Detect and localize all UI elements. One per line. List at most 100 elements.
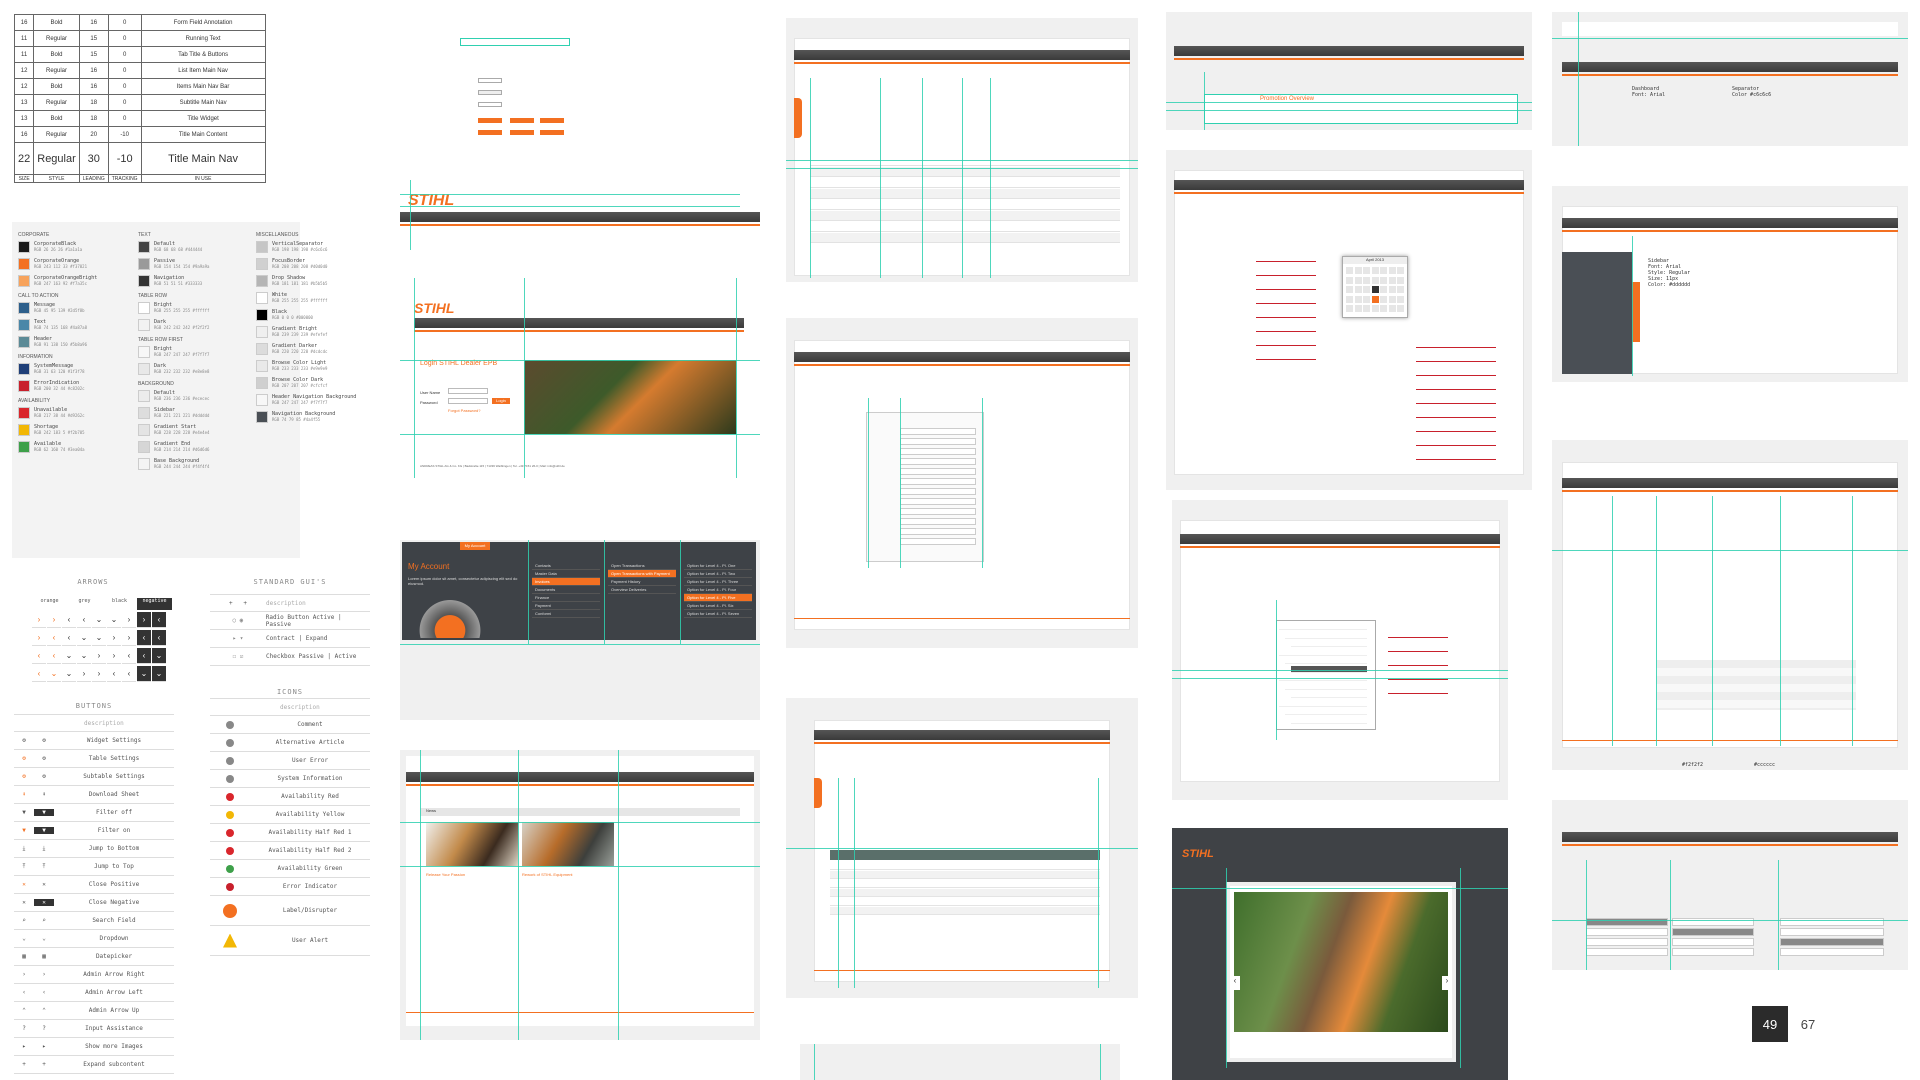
tree-table-cell[interactable] [1672, 938, 1754, 946]
button-icon-b[interactable]: ⤓ [34, 845, 54, 853]
grid-row[interactable] [830, 880, 1100, 888]
sidebar-orange-tab[interactable] [1632, 282, 1640, 342]
calendar-day[interactable] [1346, 286, 1353, 293]
tree-node[interactable] [1285, 708, 1367, 715]
button-icon-a[interactable]: ▦ [14, 953, 34, 960]
arrow-icon[interactable]: ‹ [122, 666, 136, 682]
arrow-icon[interactable]: ‹ [137, 630, 151, 646]
button-icon-a[interactable]: ? [14, 1025, 34, 1032]
calendar-day[interactable] [1397, 295, 1404, 303]
form-field[interactable] [900, 458, 976, 465]
button-icon-a[interactable]: ▸ [14, 1043, 34, 1050]
form-field[interactable] [900, 528, 976, 535]
button-row[interactable]: ▼ ▼ Filter on [14, 822, 174, 840]
standard-gui-row[interactable]: ▸ ▾ Contract | Expand [210, 630, 370, 648]
arrow-icon[interactable]: ⌄ [152, 666, 166, 682]
tree-node[interactable] [1285, 632, 1367, 639]
calendar-day[interactable] [1371, 276, 1379, 284]
button-icon-a[interactable]: ⚙ [14, 737, 34, 744]
form-field[interactable] [900, 438, 976, 445]
button-icon-a[interactable]: ⬇ [14, 791, 34, 798]
form-field[interactable] [900, 518, 976, 525]
gallery-caption-1[interactable]: Release Your Passion [426, 872, 465, 877]
tree-table-cell[interactable] [1672, 928, 1754, 936]
tree-node[interactable] [1291, 665, 1367, 673]
grid-row[interactable] [830, 898, 1100, 906]
arrow-icon[interactable]: › [47, 612, 61, 628]
calendar-day[interactable] [1397, 267, 1404, 274]
calendar-day[interactable] [1346, 267, 1353, 274]
login-button[interactable]: Login [492, 398, 510, 404]
button-row[interactable]: ?? Input Assistance [14, 1020, 174, 1038]
tree-table-cell[interactable] [1780, 948, 1884, 956]
tree-node[interactable] [1291, 640, 1367, 647]
calendar-day[interactable] [1371, 286, 1379, 293]
button-row[interactable]: ⚙ ⚙ Table Settings [14, 750, 174, 768]
tree-table-cell[interactable] [1586, 938, 1668, 946]
my-account-menu-item[interactable]: Option for Level 4 - Pl. Four [684, 586, 752, 594]
arrow-icon[interactable]: ‹ [32, 666, 46, 682]
grid-row[interactable] [830, 889, 1100, 897]
my-account-menu-item[interactable]: Master Data [532, 570, 600, 578]
tree-table-cell[interactable] [1672, 948, 1754, 956]
button-icon-b[interactable]: ▸ [34, 1043, 54, 1050]
button-row[interactable]: › › Admin Arrow Right [14, 966, 174, 984]
arrow-icon[interactable]: › [92, 648, 106, 664]
form-field[interactable] [900, 538, 976, 545]
button-row[interactable]: ⤒ ⤒ Jump to Top [14, 858, 174, 876]
table-row[interactable] [810, 156, 1120, 166]
my-account-menu-item[interactable]: Option for Level 4 - Pl. One [684, 562, 752, 570]
button-icon-a[interactable]: ‹ [14, 989, 34, 996]
arrow-icon[interactable]: ‹ [122, 648, 136, 664]
table-row[interactable] [810, 189, 1120, 199]
tree-table-cell[interactable] [1586, 948, 1668, 956]
datepicker-popup[interactable]: April 2013 [1342, 256, 1408, 318]
arrow-icon[interactable]: ⌄ [107, 612, 121, 628]
grid-row[interactable] [830, 871, 1100, 879]
my-account-menu-item[interactable]: Option for Level 4 - Pl. Five [684, 594, 752, 602]
login-pass-input[interactable] [448, 398, 488, 404]
button-icon-a[interactable]: ⤒ [14, 863, 34, 871]
calendar-day[interactable] [1346, 295, 1353, 303]
button-icon-b[interactable]: ⚙ [34, 737, 54, 744]
arrow-icon[interactable]: ⌄ [47, 666, 61, 682]
button-icon-b[interactable]: ⚙ [34, 773, 54, 780]
button-icon-a[interactable]: ⚙ [14, 755, 34, 762]
my-account-menu-item[interactable]: Option for Level 4 - Pl. Seven [684, 610, 752, 618]
arrow-icon[interactable]: › [32, 612, 46, 628]
button-icon-b[interactable]: ⌄ [34, 935, 54, 942]
calendar-day[interactable] [1380, 286, 1387, 293]
calendar-day[interactable] [1354, 305, 1362, 312]
arrow-icon[interactable]: ⌄ [152, 648, 166, 664]
arrow-icon[interactable]: ⌄ [62, 648, 76, 664]
button-row[interactable]: ⌄ ⌄ Dropdown [14, 930, 174, 948]
calendar-day[interactable] [1354, 267, 1362, 274]
my-account-menu-item[interactable]: Option for Level 4 - Pl. Two [684, 570, 752, 578]
my-account-menu-item[interactable]: Payment [532, 602, 600, 610]
standard-gui-row[interactable]: ○ ◉ Radio Button Active | Passive [210, 612, 370, 630]
calendar-day[interactable] [1380, 295, 1387, 303]
gallery-caption-2[interactable]: Rework of STIHL Equipment [522, 872, 573, 877]
calendar-day[interactable] [1388, 286, 1396, 293]
button-icon-a[interactable]: ▼ [14, 827, 34, 834]
calendar-day[interactable] [1363, 305, 1370, 312]
arrow-icon[interactable]: ‹ [32, 648, 46, 664]
tree-node[interactable] [1285, 657, 1367, 664]
button-row[interactable]: ⌃ ⌃ Admin Arrow Up [14, 1002, 174, 1020]
button-icon-b[interactable]: ⬇ [34, 791, 54, 798]
my-account-menu-item[interactable]: Option for Level 4 - Pl. Three [684, 578, 752, 586]
table-row[interactable] [810, 233, 1120, 243]
page-number-next[interactable]: 67 [1790, 1006, 1826, 1042]
form-field[interactable] [900, 478, 976, 485]
arrow-icon[interactable]: ‹ [107, 666, 121, 682]
my-account-menu-item[interactable]: Conformi [532, 610, 600, 618]
button-row[interactable]: ✕ ✕ Close Negative [14, 894, 174, 912]
arrow-icon[interactable]: › [77, 666, 91, 682]
button-icon-b[interactable]: ▼ [34, 809, 54, 816]
button-icon-a[interactable]: ✕ [14, 899, 34, 906]
calendar-day[interactable] [1388, 295, 1396, 303]
button-icon-b[interactable]: ⚙ [34, 755, 54, 762]
button-row[interactable]: ▼ ▼ Filter off [14, 804, 174, 822]
arrow-icon[interactable]: ⌄ [62, 666, 76, 682]
button-row[interactable]: ⤓ ⤓ Jump to Bottom [14, 840, 174, 858]
